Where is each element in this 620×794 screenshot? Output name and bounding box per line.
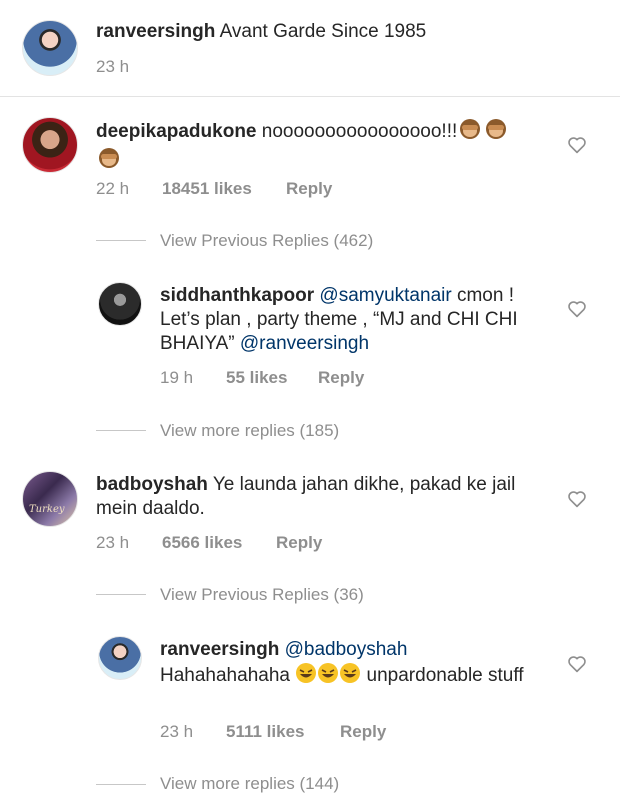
comment-text: badboyshah Ye launda jahan dikhe, pakad … [96, 473, 556, 521]
caption-body: Avant Garde Since 1985 [219, 21, 427, 42]
rolling-laughing-icon [317, 662, 339, 691]
see-no-evil-monkey-icon [457, 118, 483, 147]
comment-text: deepikapadukone noooooooooooooooo!!! [96, 118, 546, 176]
view-replies-link[interactable]: View Previous Replies (36) [160, 585, 364, 605]
like-count[interactable]: 5111 likes [226, 722, 304, 742]
caption-username[interactable]: ranveersingh [96, 21, 215, 42]
replies-divider-line [96, 240, 146, 241]
rolling-laughing-icon [295, 662, 317, 691]
see-no-evil-monkey-icon [483, 118, 509, 147]
avatar[interactable] [98, 282, 142, 326]
comment-text: siddhanthkapoor @samyuktanair cmon ! Let… [160, 284, 550, 356]
caption-divider [0, 96, 620, 97]
avatar[interactable]: Turkey [22, 471, 78, 527]
reply-button[interactable]: Reply [340, 722, 386, 742]
comment-username[interactable]: badboyshah [96, 474, 208, 495]
reply-button[interactable]: Reply [276, 533, 322, 553]
view-replies-link[interactable]: View Previous Replies (462) [160, 231, 373, 251]
rolling-laughing-icon [339, 662, 361, 691]
heart-icon[interactable] [567, 490, 587, 508]
avatar-script: Turkey [29, 504, 65, 515]
view-replies-link[interactable]: View more replies (185) [160, 421, 339, 441]
see-no-evil-monkey-icon [96, 147, 122, 176]
comment-username[interactable]: ranveersingh [160, 639, 279, 660]
avatar[interactable] [98, 636, 142, 680]
replies-divider-line [96, 784, 146, 785]
comment-username[interactable]: siddhanthkapoor [160, 285, 314, 306]
comment-time: 22 h [96, 179, 130, 198]
mention-link[interactable]: @ranveersingh [240, 333, 369, 354]
comment-username[interactable]: deepikapadukone [96, 121, 257, 142]
comment-body-2: unpardonable stuff [366, 665, 524, 686]
like-count[interactable]: 55 likes [226, 368, 287, 388]
replies-divider-line [96, 430, 146, 431]
comment-text: ranveersingh @badboyshah Hahahahahaha un… [160, 638, 550, 691]
replies-divider-line [96, 594, 146, 595]
heart-icon[interactable] [567, 300, 587, 318]
view-replies-link[interactable]: View more replies (144) [160, 774, 339, 794]
mention-link[interactable]: @samyuktanair [319, 285, 451, 306]
comment-time: 23 h [160, 722, 194, 741]
reply-button[interactable]: Reply [286, 179, 332, 199]
caption-time: 23 h [96, 57, 130, 76]
comment-time: 19 h [160, 368, 194, 387]
like-count[interactable]: 6566 likes [162, 533, 242, 553]
comment-body: Hahahahahaha [160, 665, 290, 686]
like-count[interactable]: 18451 likes [162, 179, 252, 199]
comment-time: 23 h [96, 533, 130, 552]
heart-icon[interactable] [567, 655, 587, 673]
caption-text: ranveersingh Avant Garde Since 1985 [96, 20, 426, 44]
reply-button[interactable]: Reply [318, 368, 364, 388]
caption-avatar[interactable] [22, 20, 78, 76]
avatar[interactable] [22, 117, 78, 173]
heart-icon[interactable] [567, 136, 587, 154]
mention-link[interactable]: @badboyshah [285, 639, 408, 660]
comment-body: noooooooooooooooo!!! [261, 121, 458, 142]
